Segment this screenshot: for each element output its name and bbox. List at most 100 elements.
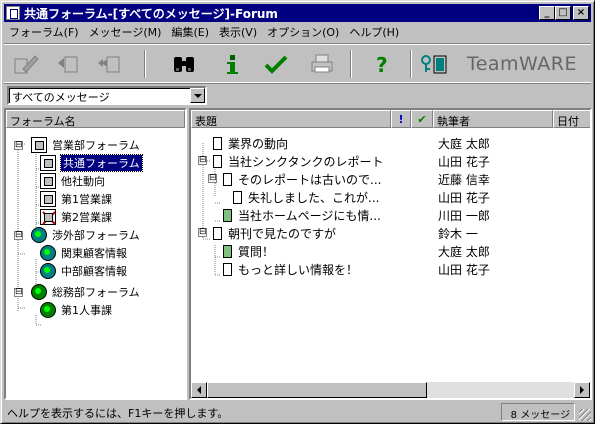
- minimize-button[interactable]: _: [539, 6, 555, 20]
- print-icon: [311, 54, 333, 73]
- tree-item-soumu-forum[interactable]: ⊟ 総務部フォーラム: [14, 283, 140, 301]
- message-count: 8 メッセージ: [501, 403, 575, 421]
- message-icon: [223, 172, 232, 186]
- logon-button[interactable]: [418, 50, 452, 78]
- maximize-button[interactable]: □: [555, 6, 571, 20]
- key-icon: [421, 55, 447, 74]
- tree-item-label: 関東顧客情報: [61, 247, 127, 260]
- toolbar-separator: [350, 50, 352, 78]
- tree-item-eigyo-forum[interactable]: ⊟ 営業部フォーラム: [14, 136, 140, 154]
- forum-name-header[interactable]: フォーラム名: [6, 110, 185, 128]
- tree-item-jinji-1[interactable]: 第1人事課: [40, 301, 112, 319]
- compose-icon: [14, 55, 39, 74]
- scroll-left-button[interactable]: [191, 382, 207, 398]
- collapse-toggle[interactable]: ⊟: [198, 228, 207, 237]
- message-author: 山田 花子: [438, 262, 490, 277]
- message-row[interactable]: 当社ホームページにも情...: [223, 206, 381, 224]
- chevron-down-icon[interactable]: [190, 88, 205, 103]
- window-title: 共通フォーラム-[すべてのメッセージ]-Forum: [24, 6, 278, 21]
- collapse-toggle[interactable]: ⊟: [14, 140, 23, 150]
- message-row[interactable]: 失礼しました、これが...: [233, 188, 379, 206]
- tree-item-shougai-forum[interactable]: ⊟ 渉外部フォーラム: [14, 226, 140, 244]
- message-filter-dropdown[interactable]: すべてのメッセージ: [7, 86, 207, 105]
- message-row[interactable]: 業界の動向: [213, 134, 288, 152]
- menu-view[interactable]: 表示(V): [214, 24, 262, 40]
- message-icon: [213, 154, 222, 168]
- find-icon: [174, 57, 194, 72]
- message-icon: [223, 262, 232, 276]
- tree-item-label: 第1人事課: [61, 304, 112, 317]
- message-row[interactable]: 質問！: [223, 242, 274, 260]
- tree-item-kanto[interactable]: 関東顧客情報: [40, 244, 127, 262]
- print-button[interactable]: [308, 50, 336, 78]
- status-bar: ヘルプを表示するには、F1キーを押します。 8 メッセージ: [4, 403, 591, 421]
- title-bar[interactable]: 共通フォーラム-[すべてのメッセージ]-Forum _ □ ×: [4, 4, 591, 22]
- scroll-right-button[interactable]: [574, 382, 590, 398]
- mark-read-button[interactable]: [262, 50, 290, 78]
- main-window: 共通フォーラム-[すべてのメッセージ]-Forum _ □ × フォーラム(F)…: [0, 0, 595, 424]
- message-author: 大庭 太郎: [438, 136, 490, 151]
- tree-item-eigyo-2[interactable]: 第2営業課: [40, 208, 112, 226]
- message-subject: もっと詳しい情報を！: [238, 262, 359, 277]
- menu-message[interactable]: メッセージ(M): [84, 24, 167, 40]
- tree-item-label: 総務部フォーラム: [52, 286, 140, 299]
- tree-item-chubu[interactable]: 中部顧客情報: [40, 262, 127, 280]
- collapse-toggle[interactable]: ⊟: [198, 156, 207, 165]
- menu-help[interactable]: ヘルプ(H): [344, 24, 404, 40]
- tree-item-label: 中部顧客情報: [61, 265, 127, 278]
- date-column-header[interactable]: 日付: [553, 110, 590, 128]
- collapse-toggle[interactable]: ⊟: [14, 230, 23, 240]
- message-subject: そのレポートは古いので...: [238, 172, 382, 187]
- tree-item-label: 共通フォーラム: [60, 154, 143, 172]
- forum-icon: [40, 155, 56, 171]
- svg-text:?: ?: [376, 53, 388, 75]
- filter-value: すべてのメッセージ: [12, 91, 110, 104]
- message-row[interactable]: 当社シンクタンクのレポート: [213, 152, 384, 170]
- menu-options[interactable]: オプション(O): [262, 24, 344, 40]
- find-button[interactable]: [170, 50, 198, 78]
- collapse-toggle[interactable]: ⊟: [14, 287, 23, 297]
- message-icon: [213, 136, 222, 150]
- network-forum-icon: [31, 227, 47, 243]
- subject-column-header[interactable]: 表題: [191, 110, 391, 128]
- teamware-logo: TeamWARE: [466, 53, 577, 75]
- tree-item-tasha-doukou[interactable]: 他社動向: [40, 172, 105, 190]
- reply-all-button[interactable]: [96, 50, 124, 78]
- reply-button[interactable]: [54, 50, 82, 78]
- unread-message-icon: [223, 244, 232, 258]
- scrollbar-thumb[interactable]: [207, 382, 427, 398]
- message-row[interactable]: そのレポートは古いので...: [223, 170, 381, 188]
- info-icon: [227, 55, 238, 74]
- close-button[interactable]: ×: [573, 6, 589, 20]
- tree-item-label: 第1営業課: [61, 193, 112, 206]
- message-subject: 朝刊で見たのですが: [228, 226, 337, 241]
- resize-grip[interactable]: [579, 409, 591, 421]
- message-author: 山田 花子: [438, 190, 490, 205]
- message-author: 大庭 太郎: [438, 244, 490, 259]
- menu-forum[interactable]: フォーラム(F): [4, 24, 84, 40]
- message-row[interactable]: もっと詳しい情報を！: [223, 260, 358, 278]
- tree-item-eigyo-1[interactable]: 第1営業課: [40, 190, 112, 208]
- collapse-toggle[interactable]: ⊟: [208, 174, 217, 183]
- message-author: 近藤 信幸: [438, 172, 490, 187]
- info-button[interactable]: [218, 50, 246, 78]
- author-column-header[interactable]: 執筆者: [433, 110, 553, 128]
- compose-button[interactable]: [12, 50, 40, 78]
- toolbar: ? TeamWARE: [4, 43, 591, 83]
- horizontal-scrollbar[interactable]: [191, 382, 590, 398]
- check-icon: [264, 55, 288, 74]
- tree-item-kyotsu-forum[interactable]: 共通フォーラム: [40, 154, 143, 172]
- arrow-right-icon: [580, 386, 584, 394]
- message-row[interactable]: 朝刊で見たのですが: [213, 224, 336, 242]
- forum-tree-pane: フォーラム名 ⊟ 営業部フォーラム 共通フォーラム 他社動向 第1営業課 第2営…: [4, 108, 187, 400]
- message-author: 鈴木 一: [438, 226, 478, 241]
- tree-item-label: 他社動向: [61, 175, 105, 188]
- priority-column-header[interactable]: !: [391, 110, 411, 128]
- app-icon[interactable]: [6, 6, 20, 20]
- message-icon: [213, 226, 222, 240]
- menu-edit[interactable]: 編集(E): [166, 24, 214, 40]
- message-subject: 失礼しました、これが...: [248, 190, 380, 205]
- read-column-header[interactable]: ✔: [411, 110, 433, 128]
- forum-icon: [40, 191, 56, 207]
- help-button[interactable]: ?: [368, 50, 396, 78]
